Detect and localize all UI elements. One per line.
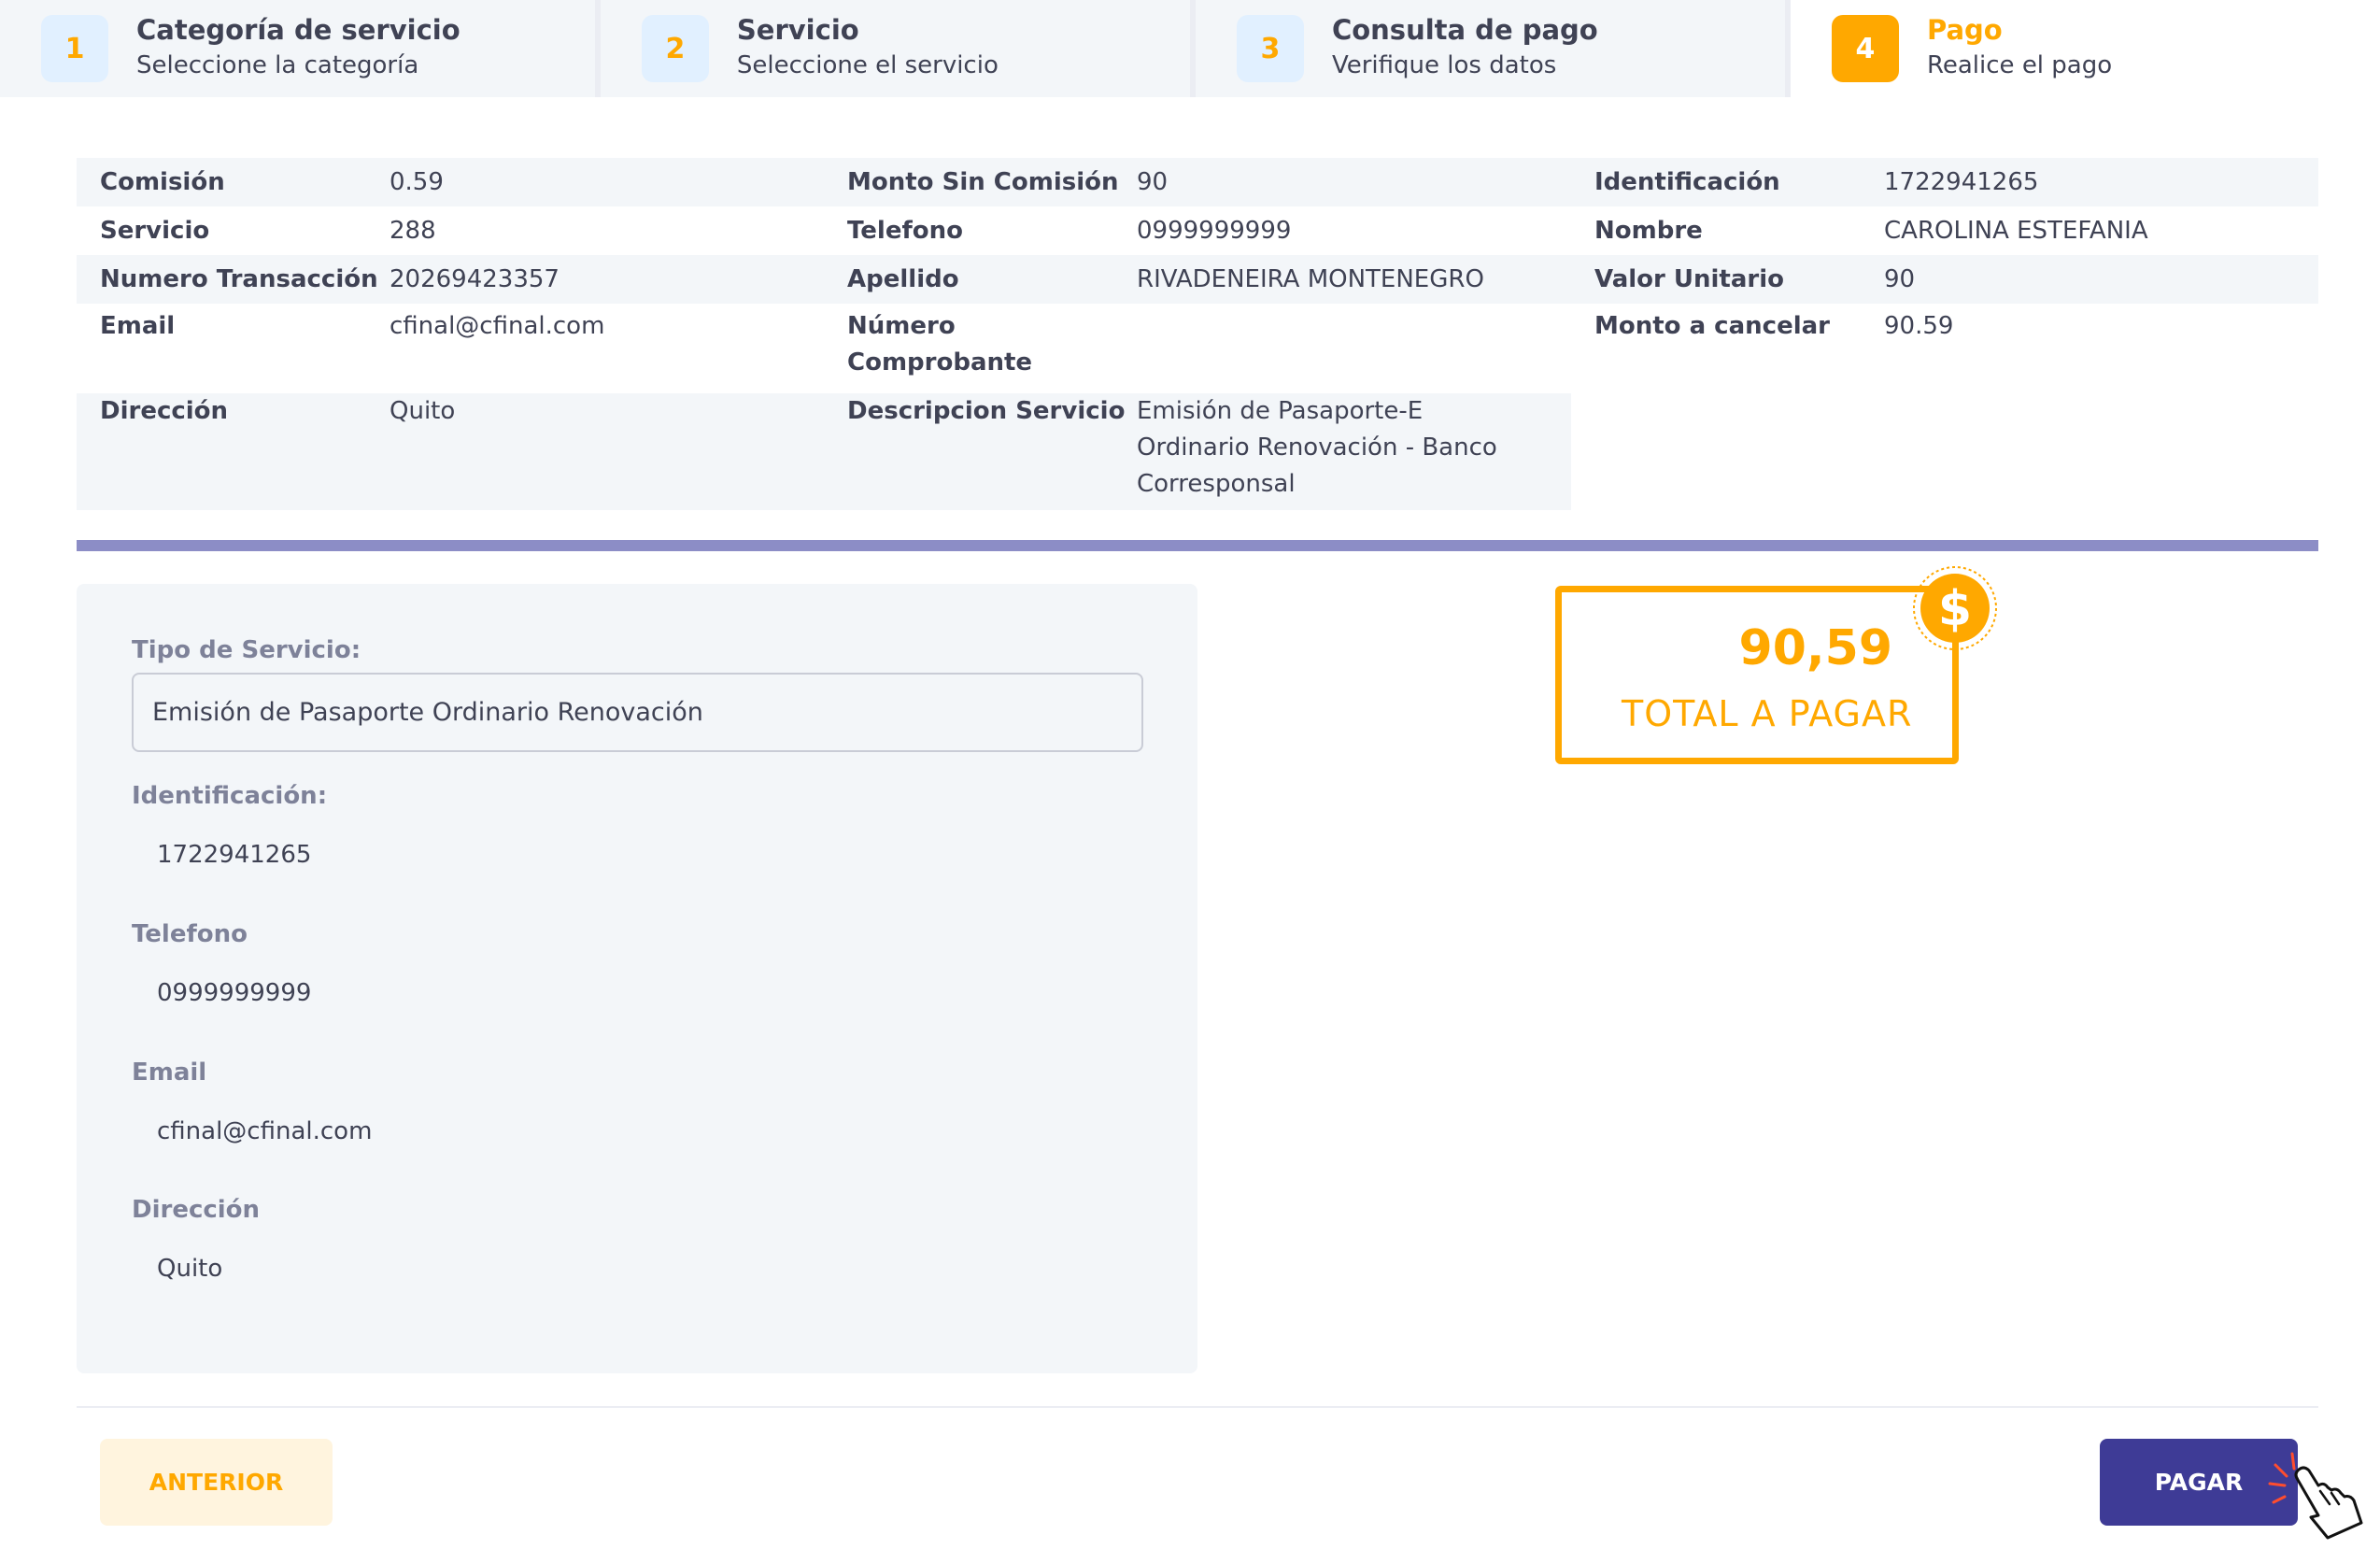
details-row: Numero Transacción 20269423357 Apellido … [77, 255, 2318, 304]
detail-label: Monto Sin Comisión [847, 168, 1119, 196]
detail-cell: Descripcion Servicio Emisión de Pasaport… [824, 393, 1571, 510]
detail-cell: Nombre CAROLINA ESTEFANIA [1571, 206, 2318, 255]
detail-label: Servicio [100, 217, 210, 245]
email-value: cfinal@cfinal.com [157, 1117, 373, 1145]
coin-symbol: $ [1938, 581, 1972, 637]
step-title: Pago [1926, 14, 2003, 46]
payment-form-panel: Tipo de Servicio: Emisión de Pasaporte O… [77, 584, 1197, 1373]
anterior-button[interactable]: ANTERIOR [100, 1439, 333, 1526]
detail-value: Quito [390, 397, 456, 425]
detail-cell: Servicio 288 [77, 206, 824, 255]
detail-value: 1722941265 [1884, 168, 2039, 196]
detail-cell: Apellido RIVADENEIRA MONTENEGRO [824, 255, 1571, 304]
hand-click-icon [2268, 1452, 2363, 1540]
tipo-servicio-label: Tipo de Servicio: [132, 636, 361, 664]
detail-label: Monto a cancelar [1594, 312, 1830, 340]
step-categoria[interactable]: 1 Categoría de servicio Seleccione la ca… [0, 0, 595, 97]
step-number: 2 [641, 15, 709, 82]
detail-value: RIVADENEIRA MONTENEGRO [1137, 265, 1484, 293]
step-description: Verifique los datos [1331, 51, 1557, 79]
detail-value: 288 [390, 217, 436, 245]
dollar-coin-icon: $ [1913, 566, 1997, 650]
detail-label: Valor Unitario [1594, 265, 1784, 293]
detail-value: 0.59 [390, 168, 444, 196]
detail-value [1137, 308, 1571, 389]
detail-label: Descripcion Servicio [847, 397, 1126, 425]
step-description: Seleccione el servicio [736, 51, 999, 79]
direccion-value: Quito [157, 1255, 223, 1283]
step-number: 3 [1236, 15, 1304, 82]
direccion-label: Dirección [132, 1196, 261, 1224]
step-number: 4 [1831, 15, 1899, 82]
step-pago[interactable]: 4 Pago Realice el pago [1784, 0, 2380, 97]
details-row: Email cfinal@cfinal.com Número Comproban… [77, 304, 2318, 389]
detail-value: CAROLINA ESTEFANIA [1884, 217, 2148, 245]
detail-label: Numero Transacción [100, 265, 378, 293]
step-number: 1 [41, 15, 108, 82]
email-label: Email [132, 1059, 207, 1087]
step-title: Categoría de servicio [136, 14, 460, 46]
telefono-label: Telefono [132, 920, 248, 948]
detail-label: Número Comprobante [847, 312, 1033, 377]
detail-label: Email [100, 312, 176, 340]
step-title: Consulta de pago [1331, 14, 1598, 46]
footer-divider [77, 1406, 2318, 1408]
detail-label: Apellido [847, 265, 959, 293]
detail-cell: Valor Unitario 90 [1571, 255, 2318, 304]
detail-label: Identificación [1594, 168, 1780, 196]
step-description: Realice el pago [1926, 51, 2113, 79]
detail-value: 90.59 [1884, 312, 1954, 340]
identificacion-value: 1722941265 [157, 841, 312, 869]
payment-details-table: Comisión 0.59 Monto Sin Comisión 90 Iden… [77, 158, 2318, 510]
detail-cell: Comisión 0.59 [77, 158, 824, 206]
detail-cell: Monto Sin Comisión 90 [824, 158, 1571, 206]
detail-cell: Monto a cancelar 90.59 [1571, 308, 2318, 389]
detail-cell: Email cfinal@cfinal.com [77, 308, 824, 389]
telefono-value: 0999999999 [157, 979, 312, 1007]
detail-cell: Identificación 1722941265 [1571, 158, 2318, 206]
detail-value: 0999999999 [1137, 217, 1292, 245]
identificacion-label: Identificación: [132, 782, 328, 810]
detail-cell: Numero Transacción 20269423357 [77, 255, 824, 304]
details-row: Comisión 0.59 Monto Sin Comisión 90 Iden… [77, 158, 2318, 206]
detail-label: Dirección [100, 397, 229, 425]
wizard-stepper: 1 Categoría de servicio Seleccione la ca… [0, 0, 2380, 97]
detail-label: Nombre [1594, 217, 1703, 245]
section-divider [77, 540, 2318, 551]
detail-label: Comisión [100, 168, 225, 196]
total-amount: 90,59 [1738, 620, 1892, 676]
total-to-pay-box: 90,59 TOTAL A PAGAR [1555, 586, 1959, 764]
detail-cell: Telefono 0999999999 [824, 206, 1571, 255]
details-row: Dirección Quito Descripcion Servicio Emi… [77, 389, 2318, 510]
details-row: Servicio 288 Telefono 0999999999 Nombre … [77, 206, 2318, 255]
detail-value: 90 [1884, 265, 1916, 293]
step-consulta[interactable]: 3 Consulta de pago Verifique los datos [1189, 0, 1785, 97]
tipo-servicio-input[interactable]: Emisión de Pasaporte Ordinario Renovació… [132, 673, 1143, 752]
detail-value: 90 [1137, 168, 1169, 196]
step-servicio[interactable]: 2 Servicio Seleccione el servicio [594, 0, 1190, 97]
detail-value: Emisión de Pasaporte-E Ordinario Renovac… [1137, 397, 1497, 498]
detail-cell: Dirección Quito [77, 393, 824, 510]
detail-value: 20269423357 [390, 265, 560, 293]
step-description: Seleccione la categoría [136, 51, 419, 79]
detail-label: Telefono [847, 217, 964, 245]
step-title: Servicio [736, 14, 859, 46]
detail-cell: Número Comprobante [824, 308, 1571, 389]
total-label: TOTAL A PAGAR [1622, 693, 1913, 734]
detail-value: cfinal@cfinal.com [390, 312, 605, 340]
